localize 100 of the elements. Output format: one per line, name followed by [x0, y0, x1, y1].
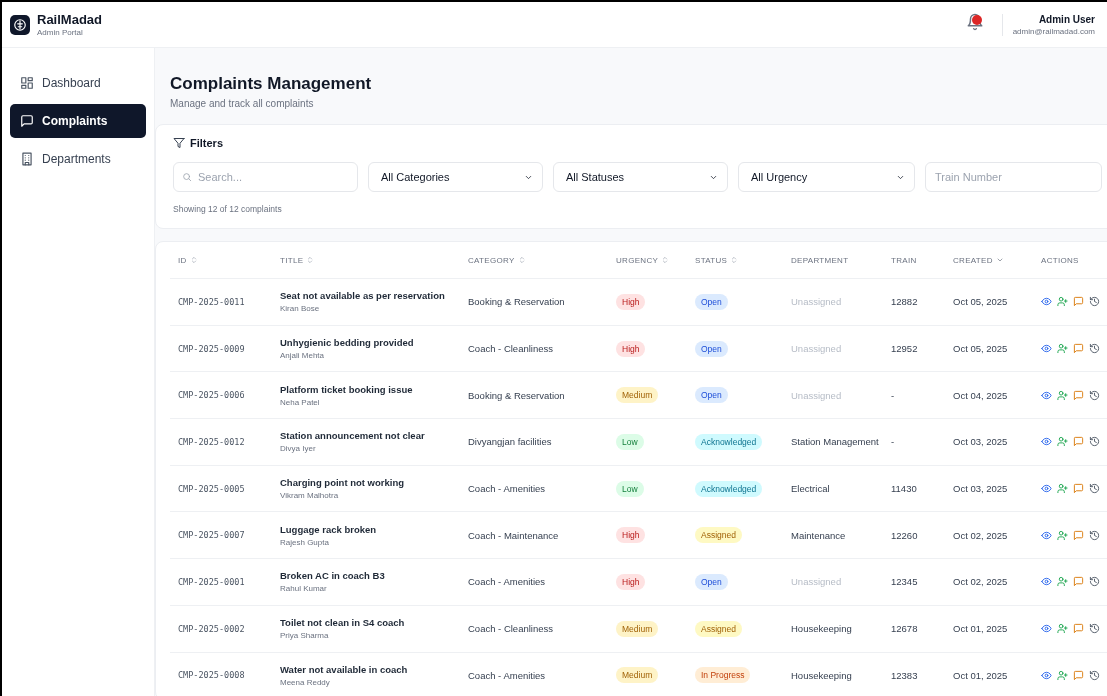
dashboard-grid-icon — [20, 76, 34, 90]
history-icon[interactable] — [1089, 576, 1100, 588]
created-date: Oct 05, 2025 — [952, 343, 1009, 355]
building-icon — [20, 152, 34, 166]
reporter-name: Rajesh Gupta — [280, 537, 330, 547]
created-date: Oct 02, 2025 — [952, 529, 1009, 541]
column-header[interactable]: TITLE — [280, 255, 304, 265]
status-badge: Assigned — [695, 527, 742, 544]
department-cell-text: Unassigned — [790, 296, 843, 308]
created-date: Oct 01, 2025 — [952, 669, 1009, 681]
comment-icon[interactable] — [1073, 436, 1084, 448]
comment-icon[interactable] — [1073, 529, 1084, 541]
comment-icon[interactable] — [1073, 623, 1084, 635]
history-icon[interactable] — [1089, 389, 1100, 401]
chat-bubble-icon — [20, 114, 34, 128]
created-date: Oct 03, 2025 — [952, 436, 1009, 448]
view-eye-icon[interactable] — [1041, 483, 1052, 495]
view-eye-icon[interactable] — [1041, 296, 1052, 308]
train-number-field[interactable]: Train Number — [925, 162, 1102, 192]
department-cell-text: Unassigned — [790, 389, 843, 401]
history-icon[interactable] — [1089, 436, 1100, 448]
sidebar-item[interactable]: Departments — [10, 142, 146, 176]
add-user-icon[interactable] — [1057, 576, 1068, 588]
train-cell-text: 12952 — [890, 343, 919, 355]
reporter-name: Rahul Kumar — [280, 584, 328, 594]
column-header[interactable]: CATEGORY — [468, 255, 515, 265]
column-header[interactable]: STATUS — [695, 255, 728, 265]
complaint-title: Broken AC in coach B3 — [280, 570, 386, 582]
brand-name: RailMadad — [37, 12, 102, 27]
category-cell-text: Coach - Amenities — [467, 483, 547, 495]
comment-icon[interactable] — [1073, 343, 1084, 355]
page-subtitle: Manage and track all complaints — [170, 98, 315, 109]
train-cell-text: 12345 — [890, 576, 919, 588]
status-badge: Assigned — [695, 620, 742, 637]
view-eye-icon[interactable] — [1041, 343, 1052, 355]
reporter-name: Divya Iyer — [280, 444, 317, 454]
view-eye-icon[interactable] — [1041, 669, 1052, 681]
search-icon — [182, 172, 192, 182]
brand-subtitle: Admin Portal — [37, 28, 84, 37]
reporter-name: Kiran Bose — [280, 304, 321, 314]
complaint-title: Station announcement not clear — [280, 430, 426, 442]
view-eye-icon[interactable] — [1041, 576, 1052, 588]
complaint-id: CMP-2025-0009 — [177, 343, 246, 354]
complaint-title: Unhygienic bedding provided — [280, 337, 415, 349]
history-icon[interactable] — [1089, 623, 1100, 635]
view-eye-icon[interactable] — [1041, 436, 1052, 448]
urgency-badge: High — [616, 573, 646, 590]
created-date: Oct 03, 2025 — [952, 483, 1009, 495]
comment-icon[interactable] — [1073, 483, 1084, 495]
urgency-badge: High — [616, 293, 646, 310]
add-user-icon[interactable] — [1057, 623, 1068, 635]
column-header[interactable]: URGENCY — [616, 255, 659, 265]
add-user-icon[interactable] — [1057, 529, 1068, 541]
add-user-icon[interactable] — [1057, 343, 1068, 355]
comment-icon[interactable] — [1073, 576, 1084, 588]
history-icon[interactable] — [1089, 669, 1100, 681]
search-field[interactable]: Search... — [173, 162, 358, 192]
view-eye-icon[interactable] — [1041, 389, 1052, 401]
comment-icon[interactable] — [1073, 389, 1084, 401]
add-user-icon[interactable] — [1057, 669, 1068, 681]
category-cell-text: Coach - Maintenance — [467, 529, 560, 541]
complaint-id: CMP-2025-0007 — [177, 530, 246, 541]
history-icon[interactable] — [1089, 296, 1100, 308]
user-email: admin@railmadad.com — [1012, 26, 1095, 36]
column-header: ACTIONS — [1041, 255, 1079, 265]
filter-dropdown[interactable]: All Statuses — [553, 162, 728, 192]
add-user-icon[interactable] — [1057, 296, 1068, 308]
department-cell-text: Electrical — [790, 483, 831, 495]
complaint-title: Platform ticket booking issue — [280, 383, 414, 395]
category-cell-text: Coach - Cleanliness — [467, 343, 554, 355]
history-icon[interactable] — [1089, 483, 1100, 495]
category-cell-text: Booking & Reservation — [467, 389, 566, 401]
urgency-badge: High — [616, 527, 646, 544]
column-header[interactable]: ID — [178, 255, 187, 265]
department-cell-text: Station Management — [790, 436, 880, 448]
view-eye-icon[interactable] — [1041, 623, 1052, 635]
department-cell-text: Unassigned — [790, 343, 843, 355]
filter-dropdown[interactable]: All Categories — [368, 162, 543, 192]
department-cell-text: Maintenance — [790, 529, 847, 541]
history-icon[interactable] — [1089, 343, 1100, 355]
created-date: Oct 05, 2025 — [952, 296, 1009, 308]
comment-icon[interactable] — [1073, 669, 1084, 681]
status-badge: Open — [695, 387, 728, 404]
category-cell-text: Coach - Amenities — [467, 669, 547, 681]
complaint-id: CMP-2025-0002 — [177, 623, 246, 634]
status-badge: Acknowledged — [695, 433, 763, 450]
view-eye-icon[interactable] — [1041, 529, 1052, 541]
filters-title: Filters — [190, 137, 223, 149]
comment-icon[interactable] — [1073, 296, 1084, 308]
reporter-name: Vikram Malhotra — [280, 491, 340, 501]
sidebar-item[interactable]: Dashboard — [10, 66, 146, 100]
train-cell-text: 12260 — [890, 529, 919, 541]
add-user-icon[interactable] — [1057, 389, 1068, 401]
history-icon[interactable] — [1089, 529, 1100, 541]
sidebar-item[interactable]: Complaints — [10, 104, 146, 138]
column-header[interactable]: CREATED — [953, 255, 993, 265]
column-header: DEPARTMENT — [791, 255, 849, 265]
filter-dropdown[interactable]: All Urgency — [738, 162, 915, 192]
add-user-icon[interactable] — [1057, 436, 1068, 448]
add-user-icon[interactable] — [1057, 483, 1068, 495]
